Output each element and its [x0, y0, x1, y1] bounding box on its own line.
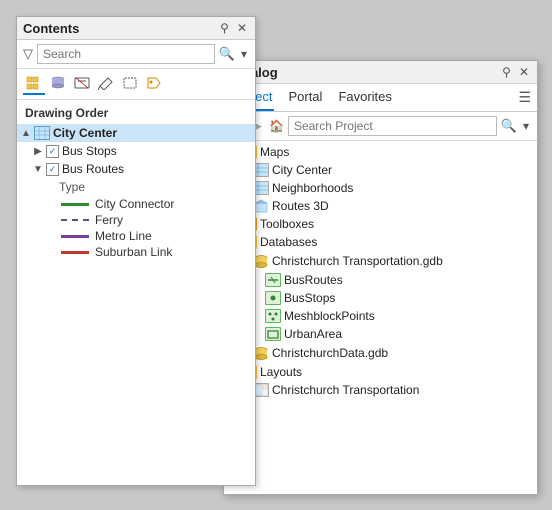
- drawing-order-label: Drawing Order: [17, 100, 255, 122]
- cat-neighborhoods[interactable]: ▶ Neighborhoods: [224, 179, 537, 197]
- cat-urban-area[interactable]: ▶ UrbanArea: [224, 325, 537, 343]
- contents-tree: ▲ City Center ▶ Bus Stops ▼ Bus Routes T…: [17, 122, 255, 485]
- legend-suburban-link: Suburban Link: [17, 244, 255, 260]
- checkbox-bus-routes[interactable]: [46, 163, 59, 176]
- ferry-label: Ferry: [95, 213, 123, 227]
- cat-city-center[interactable]: ▶ City Center: [224, 161, 537, 179]
- expander-city-center[interactable]: ▲: [21, 128, 31, 139]
- pin-icon[interactable]: ⚲: [218, 20, 231, 36]
- cat-bus-routes[interactable]: ▶ BusRoutes: [224, 271, 537, 289]
- contents-titlebar: Contents ⚲ ✕: [17, 17, 255, 40]
- catalog-search-dropdown[interactable]: ▾: [521, 118, 531, 134]
- catalog-search-bar: ◀ ▶ 🏠 🔍 ▾: [224, 112, 537, 141]
- cat-meshblock-label: MeshblockPoints: [284, 309, 375, 323]
- map-icon-city-center: [34, 126, 50, 140]
- expander-bus-routes[interactable]: ▼: [33, 164, 43, 175]
- contents-toolbar: [17, 69, 255, 100]
- cat-toolboxes-label: Toolboxes: [260, 217, 314, 231]
- catalog-tabs: Project Portal Favorites ☰: [224, 84, 537, 112]
- cat-christchurch-gdb[interactable]: ▼ Christchurch Transportation.gdb: [224, 251, 537, 271]
- metro-line-line: [61, 235, 89, 238]
- contents-panel: Contents ⚲ ✕ ▽ 🔍 ▾: [16, 16, 256, 486]
- cat-toolboxes-folder[interactable]: ▶ Toolboxes: [224, 215, 537, 233]
- catalog-menu-icon[interactable]: ☰: [518, 89, 531, 106]
- cat-christchurch-gdb-label: Christchurch Transportation.gdb: [272, 254, 443, 268]
- catalog-tree: ▼ Maps ▶ City Center ▶ Neighborhoods ▶: [224, 141, 537, 494]
- tab-favorites[interactable]: Favorites: [336, 84, 393, 111]
- catalog-search-icon[interactable]: 🔍: [501, 118, 517, 134]
- cat-databases-folder[interactable]: ▼ Databases: [224, 233, 537, 251]
- cat-christchurch-data-label: ChristchurchData.gdb: [272, 346, 388, 360]
- catalog-close-icon[interactable]: ✕: [517, 64, 531, 80]
- ferry-line: [61, 219, 89, 221]
- urban-area-fc-icon: [265, 327, 281, 341]
- tab-portal[interactable]: Portal: [286, 84, 324, 111]
- cat-layouts-label: Layouts: [260, 365, 302, 379]
- contents-title: Contents: [23, 21, 79, 36]
- edit-btn[interactable]: [95, 73, 117, 95]
- checkbox-bus-stops[interactable]: [46, 145, 59, 158]
- cat-routes-3d[interactable]: ▶ Routes 3D: [224, 197, 537, 215]
- tree-item-bus-stops[interactable]: ▶ Bus Stops: [17, 142, 255, 160]
- bus-stops-fc-icon: [265, 291, 281, 305]
- legend-metro-line: Metro Line: [17, 228, 255, 244]
- legend-city-connector: City Connector: [17, 196, 255, 212]
- tree-item-bus-routes[interactable]: ▼ Bus Routes: [17, 160, 255, 178]
- cat-maps-folder[interactable]: ▼ Maps: [224, 143, 537, 161]
- suburban-link-line: [61, 251, 89, 254]
- tree-item-city-center[interactable]: ▲ City Center: [17, 124, 255, 142]
- cat-meshblock-points[interactable]: ▶ MeshblockPoints: [224, 307, 537, 325]
- close-icon[interactable]: ✕: [235, 20, 249, 36]
- cat-databases-label: Databases: [260, 235, 317, 249]
- cat-city-center-label: City Center: [272, 163, 332, 177]
- breadcrumb-icon: 🏠: [269, 119, 284, 133]
- contents-search-bar: ▽ 🔍 ▾: [17, 40, 255, 69]
- bus-stops-label: Bus Stops: [62, 144, 117, 158]
- cat-christchurch-layout[interactable]: ▶ Christchurch Transportation: [224, 381, 537, 399]
- contents-titlebar-icons: ⚲ ✕: [218, 20, 249, 36]
- cat-layouts-folder[interactable]: ▼ Layouts: [224, 363, 537, 381]
- contents-search-input[interactable]: [37, 44, 215, 64]
- catalog-pin-icon[interactable]: ⚲: [500, 64, 513, 80]
- search-submit-icon[interactable]: 🔍: [219, 46, 235, 62]
- cat-bus-stops[interactable]: ▶ BusStops: [224, 289, 537, 307]
- city-center-label: City Center: [53, 126, 117, 140]
- catalog-search-input[interactable]: [288, 116, 497, 136]
- list-view-btn[interactable]: [23, 73, 45, 95]
- legend-ferry: Ferry: [17, 212, 255, 228]
- type-label: Type: [17, 178, 255, 196]
- city-connector-line: [61, 203, 89, 206]
- suburban-link-label: Suburban Link: [95, 245, 172, 259]
- catalog-panel: Catalog ⚲ ✕ Project Portal Favorites ☰ ◀…: [223, 60, 538, 495]
- filter2-btn[interactable]: [71, 73, 93, 95]
- cylinder-btn[interactable]: [47, 73, 69, 95]
- cat-bus-stops-label: BusStops: [284, 291, 335, 305]
- metro-line-label: Metro Line: [95, 229, 152, 243]
- city-connector-label: City Connector: [95, 197, 174, 211]
- bus-routes-label: Bus Routes: [62, 162, 124, 176]
- filter-icon[interactable]: ▽: [23, 46, 33, 62]
- dropdown-icon[interactable]: ▾: [239, 46, 249, 62]
- tag-btn[interactable]: [143, 73, 165, 95]
- bus-routes-fc-icon: [265, 273, 281, 287]
- cat-christchurch-data-gdb[interactable]: ▶ ChristchurchData.gdb: [224, 343, 537, 363]
- expander-bus-stops[interactable]: ▶: [33, 146, 43, 157]
- select-rect-btn[interactable]: [119, 73, 141, 95]
- catalog-titlebar: Catalog ⚲ ✕: [224, 61, 537, 84]
- meshblock-fc-icon: [265, 309, 281, 323]
- cat-christchurch-layout-label: Christchurch Transportation: [272, 383, 419, 397]
- catalog-titlebar-icons: ⚲ ✕: [500, 64, 531, 80]
- cat-routes3d-label: Routes 3D: [272, 199, 329, 213]
- cat-bus-routes-label: BusRoutes: [284, 273, 343, 287]
- cat-urban-area-label: UrbanArea: [284, 327, 342, 341]
- cat-neighborhoods-label: Neighborhoods: [272, 181, 353, 195]
- maps-label: Maps: [260, 145, 289, 159]
